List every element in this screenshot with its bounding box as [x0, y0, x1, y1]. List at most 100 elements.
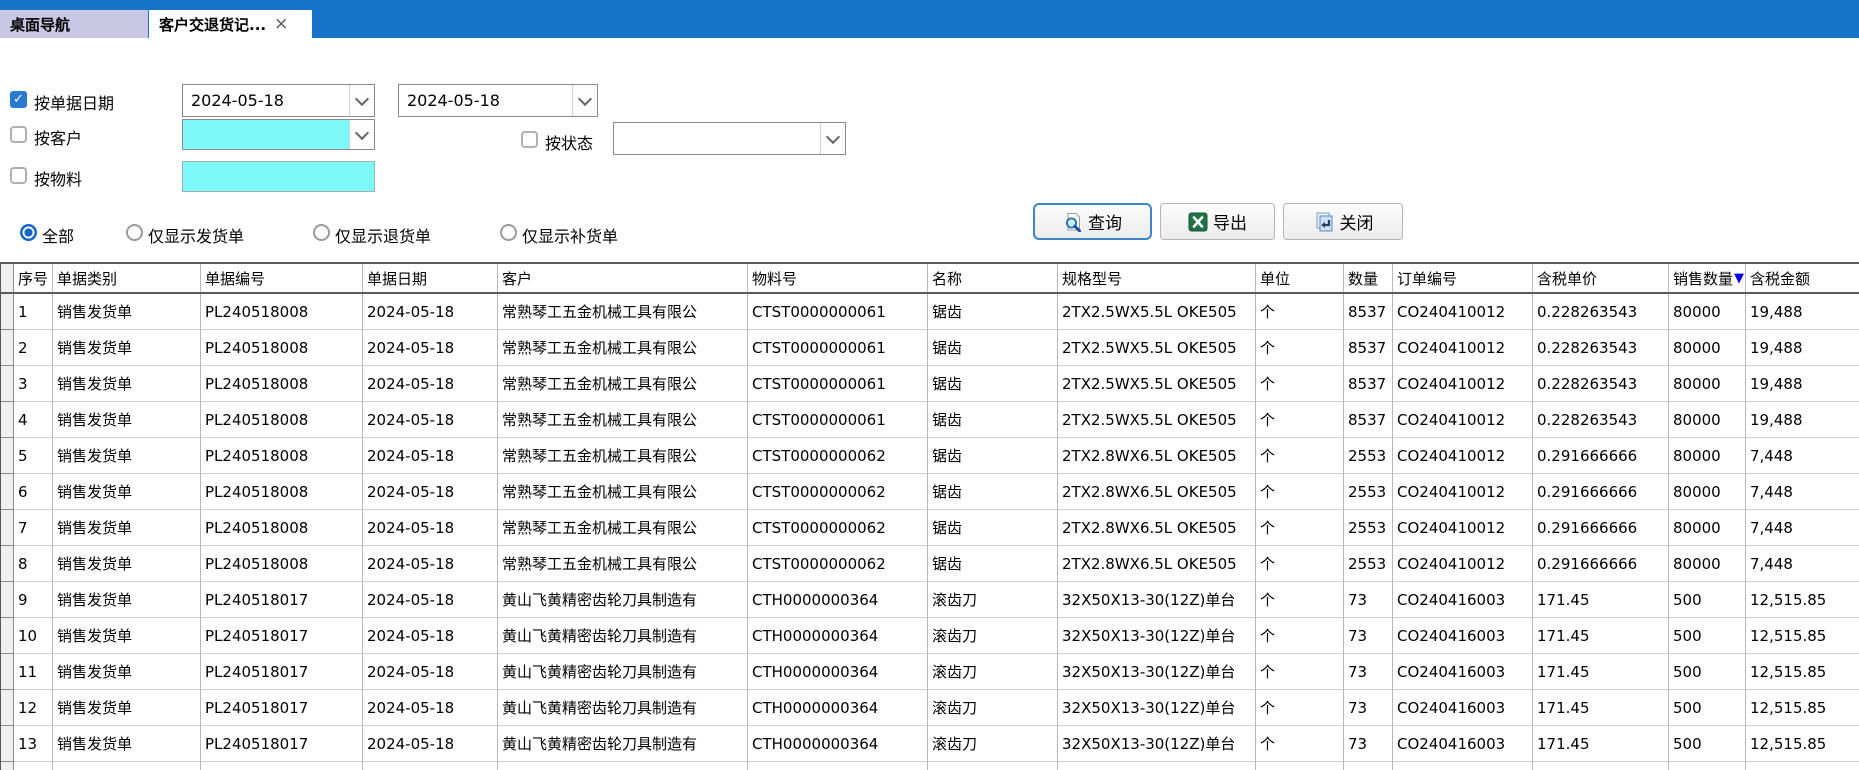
table-cell[interactable]: 常熟琴工五金机械工具有限公 [498, 474, 748, 510]
column-header-1[interactable]: 序号 [14, 264, 53, 292]
table-cell[interactable]: CTST0000000061 [748, 330, 928, 366]
row-selector[interactable] [1, 690, 14, 726]
table-cell[interactable]: 8537 [1344, 330, 1393, 366]
table-row[interactable]: 7销售发货单PL2405180082024-05-18常熟琴工五金机械工具有限公… [1, 510, 1859, 546]
table-cell[interactable]: CTST0000000062 [748, 438, 928, 474]
table-cell[interactable]: CTH0000000364 [748, 726, 928, 762]
tab-desktop-navigation[interactable]: 桌面导航 [0, 10, 148, 38]
table-cell[interactable]: 12 [14, 690, 53, 726]
table-cell[interactable]: 销售发货单 [53, 654, 201, 690]
table-cell[interactable]: CTST0000000061 [748, 402, 928, 438]
status-combo[interactable] [613, 122, 846, 155]
table-cell[interactable]: 个 [1256, 510, 1344, 546]
table-cell[interactable]: 0.291666666 [1533, 474, 1669, 510]
table-cell[interactable]: CTH0000000364 [748, 582, 928, 618]
table-cell[interactable]: 80000 [1669, 510, 1746, 546]
table-cell[interactable]: 2TX2.5WX5.5L OKE505 [1058, 330, 1256, 366]
column-header-9[interactable]: 单位 [1256, 264, 1344, 292]
table-row[interactable]: 4销售发货单PL2405180082024-05-18常熟琴工五金机械工具有限公… [1, 402, 1859, 438]
table-cell[interactable]: 19,488 [1746, 330, 1859, 366]
table-cell[interactable]: 锯齿 [928, 438, 1058, 474]
table-cell[interactable]: 500 [1669, 654, 1746, 690]
table-cell[interactable]: 80000 [1669, 546, 1746, 582]
table-cell[interactable]: 500 [1669, 690, 1746, 726]
table-cell[interactable]: 2024-05-18 [363, 510, 498, 546]
table-cell[interactable]: 2 [14, 330, 53, 366]
radio-return-only-label[interactable]: 仅显示退货单 [335, 223, 431, 247]
table-cell[interactable]: 2TX2.8WX6.5L OKE505 [1058, 510, 1256, 546]
table-cell[interactable]: 销售发货单 [53, 510, 201, 546]
table-cell[interactable]: CO240416003 [1393, 690, 1533, 726]
table-cell[interactable]: 80000 [1669, 294, 1746, 330]
table-cell[interactable]: 32X50X13-30(12Z)单台 [1058, 726, 1256, 762]
table-cell[interactable]: 2553 [1344, 474, 1393, 510]
table-cell[interactable]: 2024-05-18 [363, 546, 498, 582]
table-cell[interactable]: CO240416003 [1393, 726, 1533, 762]
table-row[interactable]: 10销售发货单PL2405180172024-05-18黄山飞黄精密齿轮刀具制造… [1, 618, 1859, 654]
date-from-combo[interactable]: 2024-05-18 [182, 84, 375, 117]
table-cell[interactable]: CO240410012 [1393, 366, 1533, 402]
table-row[interactable]: 3销售发货单PL2405180082024-05-18常熟琴工五金机械工具有限公… [1, 366, 1859, 402]
table-cell[interactable]: PL240518017 [201, 726, 363, 762]
table-cell[interactable]: 171.45 [1533, 582, 1669, 618]
table-row[interactable]: 5销售发货单PL2405180082024-05-18常熟琴工五金机械工具有限公… [1, 438, 1859, 474]
table-cell[interactable]: PL240518008 [201, 510, 363, 546]
table-cell[interactable]: PL240518008 [201, 402, 363, 438]
table-row[interactable]: 6销售发货单PL2405180082024-05-18常熟琴工五金机械工具有限公… [1, 474, 1859, 510]
table-cell[interactable]: CO240410012 [1393, 474, 1533, 510]
by-date-checkbox[interactable]: ✓ [10, 91, 27, 108]
row-selector[interactable] [1, 654, 14, 690]
table-cell[interactable]: 2553 [1344, 510, 1393, 546]
table-cell[interactable]: 2024-05-18 [363, 654, 498, 690]
table-cell[interactable]: 个 [1256, 654, 1344, 690]
table-cell[interactable]: 锯齿 [928, 366, 1058, 402]
row-selector[interactable] [1, 546, 14, 582]
column-header-3[interactable]: 单据编号 [201, 264, 363, 292]
table-cell[interactable]: 171.45 [1533, 654, 1669, 690]
by-status-label[interactable]: 按状态 [545, 130, 593, 154]
row-selector[interactable] [1, 510, 14, 546]
table-cell[interactable]: 7 [14, 510, 53, 546]
table-cell[interactable]: 4 [14, 402, 53, 438]
table-cell[interactable]: 32X50X13-30(12Z)单台 [1058, 690, 1256, 726]
table-cell[interactable]: 0.228263543 [1533, 366, 1669, 402]
row-selector[interactable] [1, 438, 14, 474]
table-cell[interactable]: CTH0000000364 [748, 654, 928, 690]
table-cell[interactable]: 常熟琴工五金机械工具有限公 [498, 402, 748, 438]
table-cell[interactable]: CO240410012 [1393, 438, 1533, 474]
row-selector[interactable] [1, 582, 14, 618]
table-cell[interactable]: 6 [14, 474, 53, 510]
table-cell[interactable]: 2024-05-18 [363, 366, 498, 402]
column-header-2[interactable]: 单据类别 [53, 264, 201, 292]
table-cell[interactable]: 2TX2.8WX6.5L OKE505 [1058, 546, 1256, 582]
by-customer-label[interactable]: 按客户 [34, 125, 82, 149]
table-cell[interactable]: 个 [1256, 402, 1344, 438]
radio-delivery-only[interactable] [126, 224, 143, 241]
table-cell[interactable]: 个 [1256, 330, 1344, 366]
table-cell[interactable]: 8 [14, 546, 53, 582]
table-cell[interactable]: 171.45 [1533, 726, 1669, 762]
table-cell[interactable]: 1 [14, 294, 53, 330]
table-cell[interactable]: 锯齿 [928, 330, 1058, 366]
table-cell[interactable]: 8537 [1344, 294, 1393, 330]
row-selector[interactable] [1, 294, 14, 330]
table-cell[interactable]: CTH0000000364 [748, 618, 928, 654]
row-selector-gutter[interactable] [1, 264, 14, 292]
table-cell[interactable]: 2024-05-18 [363, 294, 498, 330]
table-cell[interactable]: 2024-05-18 [363, 330, 498, 366]
table-cell[interactable]: 13 [14, 726, 53, 762]
table-cell[interactable]: PL240518017 [201, 618, 363, 654]
table-cell[interactable]: PL240518017 [201, 654, 363, 690]
table-cell[interactable]: 常熟琴工五金机械工具有限公 [498, 330, 748, 366]
column-header-14[interactable]: 含税金额 [1746, 264, 1859, 292]
material-input[interactable] [182, 161, 375, 192]
table-cell[interactable]: 个 [1256, 546, 1344, 582]
row-selector[interactable] [1, 366, 14, 402]
table-cell[interactable]: CO240410012 [1393, 330, 1533, 366]
close-button[interactable]: 关闭 [1283, 203, 1403, 240]
table-cell[interactable]: 0.291666666 [1533, 546, 1669, 582]
column-header-12[interactable]: 含税单价 [1533, 264, 1669, 292]
table-row[interactable]: 1销售发货单PL2405180082024-05-18常熟琴工五金机械工具有限公… [1, 294, 1859, 330]
table-cell[interactable]: 个 [1256, 438, 1344, 474]
table-cell[interactable]: 常熟琴工五金机械工具有限公 [498, 546, 748, 582]
